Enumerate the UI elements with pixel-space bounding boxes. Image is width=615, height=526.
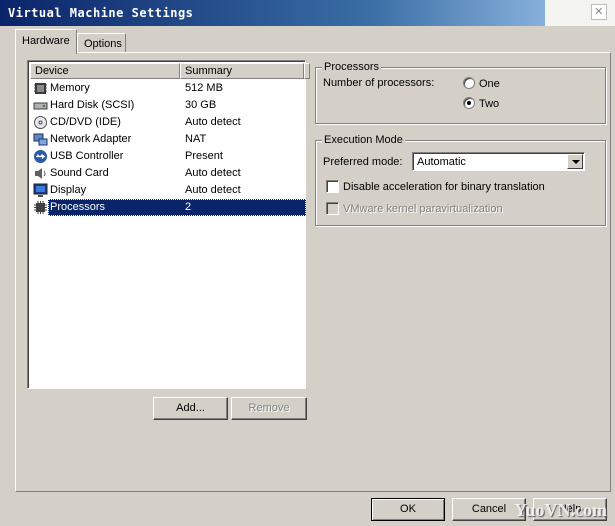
device-rows: Memory 512 MB Hard Disk (SCSI) 30 GB CD/… [30, 80, 306, 216]
device-row-network-adapter[interactable]: Network Adapter NAT [30, 131, 303, 148]
usb-icon [34, 150, 47, 163]
device-list[interactable]: Device Summary Memory 512 MB Hard Disk (… [27, 60, 310, 389]
device-row-display[interactable]: Display Auto detect [30, 182, 303, 199]
device-summary: Auto detect [185, 184, 241, 196]
device-name: Network Adapter [50, 133, 132, 145]
watermark: YuoVN.com [514, 500, 607, 520]
device-summary: 30 GB [185, 99, 217, 111]
processors-group-title: Processors [322, 60, 382, 74]
tab-hardware[interactable]: Hardware [15, 29, 77, 54]
processor-icon [34, 201, 47, 214]
tab-options[interactable]: Options [77, 33, 126, 53]
device-row-usb-controller[interactable]: USB Controller Present [30, 148, 303, 165]
device-name: Processors [50, 201, 106, 213]
title-bar-edge: ✕ [545, 0, 615, 26]
cd-dvd-icon [34, 116, 47, 129]
add-button[interactable]: Add... [153, 397, 228, 420]
paravirtualization-checkbox[interactable] [326, 202, 339, 215]
column-header-device[interactable]: Device [30, 63, 180, 79]
radio-two[interactable] [463, 97, 475, 109]
device-name: Hard Disk (SCSI) [50, 99, 135, 111]
cancel-button-label: Cancel [471, 503, 507, 515]
remove-button[interactable]: Remove [231, 397, 307, 420]
radio-two-label[interactable]: Two [479, 97, 499, 111]
preferred-mode-label: Preferred mode: [323, 156, 403, 168]
device-row-hard-disk[interactable]: Hard Disk (SCSI) 30 GB [30, 97, 303, 114]
ok-button-label: OK [400, 503, 416, 515]
add-button-label: Add... [176, 402, 205, 414]
preferred-mode-value: Automatic [417, 156, 466, 168]
radio-one-label[interactable]: One [479, 77, 500, 91]
radio-selected-dot [467, 101, 471, 105]
radio-one[interactable] [463, 77, 475, 89]
device-row-cd-dvd[interactable]: CD/DVD (IDE) Auto detect [30, 114, 303, 131]
disable-acceleration-label[interactable]: Disable acceleration for binary translat… [343, 180, 545, 194]
display-icon [33, 183, 48, 197]
preferred-mode-select[interactable]: Automatic [412, 152, 585, 171]
title-bar: Virtual Machine Settings ✕ [0, 0, 615, 26]
column-header-summary[interactable]: Summary [180, 63, 304, 79]
ok-button[interactable]: OK [371, 498, 445, 521]
close-icon[interactable]: ✕ [591, 4, 607, 20]
device-name: Sound Card [50, 167, 109, 179]
remove-button-label: Remove [248, 402, 290, 414]
device-list-header: Device Summary [30, 63, 310, 79]
device-name: USB Controller [50, 150, 124, 162]
memory-icon [34, 83, 47, 94]
device-summary: Auto detect [185, 116, 241, 128]
column-header-filler [304, 63, 310, 79]
device-name: Display [50, 184, 87, 196]
processor-count-label: Number of processors: [323, 77, 435, 89]
device-row-sound-card[interactable]: Sound Card Auto detect [30, 165, 303, 182]
hard-disk-icon [33, 102, 48, 110]
device-summary: NAT [185, 133, 207, 145]
device-name: CD/DVD (IDE) [50, 116, 121, 128]
device-row-memory[interactable]: Memory 512 MB [30, 80, 303, 97]
sound-card-icon [35, 168, 46, 179]
network-adapter-icon [33, 133, 48, 146]
paravirtualization-label: VMware kernel paravirtualization [343, 203, 503, 215]
device-row-processors[interactable]: Processors 2 [30, 199, 306, 216]
disable-acceleration-checkbox[interactable] [326, 180, 339, 193]
device-name: Memory [50, 82, 90, 94]
device-summary: 2 [185, 201, 192, 213]
chevron-down-icon[interactable] [567, 154, 583, 169]
device-summary: Present [185, 150, 223, 162]
device-summary: 512 MB [185, 82, 223, 94]
window-title: Virtual Machine Settings [8, 6, 194, 20]
device-summary: Auto detect [185, 167, 241, 179]
execution-mode-title: Execution Mode [322, 133, 405, 147]
